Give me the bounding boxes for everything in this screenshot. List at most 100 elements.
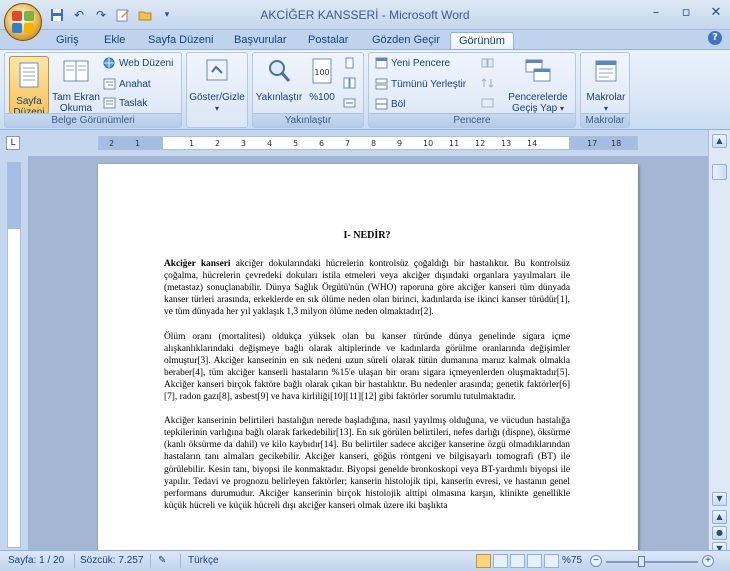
title-bar: ↶ ↷ ▾ AKCİĞER KANSSERİ - Microsoft Word … <box>0 0 730 30</box>
full-screen-reading-icon <box>63 60 89 82</box>
tab-selector-button[interactable]: L <box>6 136 20 150</box>
zoom-in-button[interactable]: + <box>702 555 714 567</box>
status-page-count[interactable]: Sayfa: 1 / 20 <box>8 555 64 566</box>
belge-gorunumleri-group-label: Belge Görünümleri <box>5 113 181 127</box>
document-body[interactable]: I- NEDİR? Akciğer kanseri akciğer dokula… <box>164 230 570 524</box>
close-button[interactable]: ✕ <box>708 4 724 20</box>
status-language[interactable]: Türkçe <box>188 555 219 566</box>
sync-scroll-icon <box>481 78 494 88</box>
goster-gizle-label: Göster/Gizle <box>189 92 245 103</box>
ruler-tick: 6 <box>319 139 325 148</box>
anahat-label: Anahat <box>119 78 151 90</box>
status-bar: Sayfa: 1 / 20 Sözcük: 7.257 ✎ Türkçe %75… <box>0 550 730 571</box>
tumunu-yerlestir-label: Tümünü Yerleştir <box>391 78 467 90</box>
two-pages-button[interactable] <box>343 77 356 89</box>
help-icon[interactable]: ? <box>708 31 722 45</box>
section-heading: I- NEDİR? <box>343 230 391 241</box>
page-layout-icon <box>19 62 39 88</box>
paragraph-1-bold: Akciğer kanseri <box>164 259 231 270</box>
anahat-button[interactable]: Anahat <box>103 78 151 90</box>
scroll-up-button[interactable]: ▲ <box>712 134 727 148</box>
zoom-slider-thumb[interactable] <box>638 556 645 567</box>
ruler-tick: 7 <box>345 139 351 148</box>
one-page-button[interactable] <box>343 57 356 69</box>
tab-postalar[interactable]: Postalar <box>300 32 356 49</box>
reset-window-button[interactable] <box>481 97 494 109</box>
view-buttons <box>476 554 559 568</box>
group-goster-gizle: Göster/Gizle ▾ <box>186 52 248 128</box>
ruler-tick: 9 <box>397 139 403 148</box>
zoom-100-button[interactable]: 100 %100 <box>305 56 339 103</box>
tab-gozden-gecir[interactable]: Gözden Geçir <box>364 32 448 49</box>
web-duzeni-button[interactable]: Web Düzeni <box>103 57 173 69</box>
web-view-button[interactable] <box>510 554 525 568</box>
group-belge-gorunumleri: Sayfa Düzeni Tam Ekran Okuma Web Düzeni … <box>4 52 182 128</box>
side-by-side-button[interactable] <box>481 57 494 69</box>
yakinlastir-label: Yakınlaştır <box>255 92 303 103</box>
tab-ekle[interactable]: Ekle <box>96 32 133 49</box>
minimize-button[interactable]: – <box>648 4 664 20</box>
tumunu-yerlestir-button[interactable]: Tümünü Yerleştir <box>375 78 466 90</box>
tab-giris[interactable]: Giriş <box>48 32 87 49</box>
tam-ekran-label: Tam Ekran Okuma <box>52 92 100 114</box>
office-button[interactable] <box>4 3 42 41</box>
goster-gizle-button[interactable]: Göster/Gizle ▾ <box>189 56 245 114</box>
vertical-ruler[interactable] <box>7 162 21 548</box>
ruler-tick: 13 <box>501 139 512 148</box>
ruler-tick: 17 <box>587 139 598 148</box>
yeni-pencere-button[interactable]: Yeni Pencere <box>375 57 450 69</box>
tam-ekran-okuma-button[interactable]: Tam Ekran Okuma <box>51 56 101 114</box>
taslak-button[interactable]: Taslak <box>103 97 147 109</box>
tab-basvurular[interactable]: Başvurular <box>226 32 295 49</box>
group-makrolar: Makrolar ▾ Makrolar <box>580 52 630 128</box>
outline-icon <box>103 78 116 90</box>
bol-button[interactable]: Böl <box>375 98 405 110</box>
macros-icon <box>595 60 617 82</box>
full-screen-view-button[interactable] <box>493 554 508 568</box>
makrolar-button[interactable]: Makrolar ▾ <box>583 56 629 114</box>
taslak-label: Taslak <box>119 97 148 109</box>
draft-view-button[interactable] <box>544 554 559 568</box>
show-hide-icon <box>206 59 228 81</box>
document-page[interactable]: I- NEDİR? Akciğer kanseri akciğer dokula… <box>98 164 638 550</box>
previous-page-button[interactable]: ▲ <box>712 510 727 524</box>
svg-text:100: 100 <box>314 68 329 77</box>
horizontal-ruler[interactable]: 2 1 1 2 3 4 5 6 7 8 9 10 11 12 13 14 17 … <box>98 136 638 150</box>
web-layout-icon <box>103 57 115 69</box>
ruler-tick: 10 <box>423 139 434 148</box>
draft-icon <box>103 97 116 109</box>
status-word-count[interactable]: Sözcük: 7.257 <box>80 555 143 566</box>
one-page-icon <box>345 57 354 69</box>
ruler-tick: 3 <box>241 139 247 148</box>
ribbon-tabs: Giriş Ekle Sayfa Düzeni Başvurular Posta… <box>0 30 730 49</box>
group-pencere: Yeni Pencere Tümünü Yerleştir Böl Pencer… <box>368 52 576 128</box>
tab-sayfa-duzeni[interactable]: Sayfa Düzeni <box>140 32 221 49</box>
paragraph-1: Akciğer kanseri akciğer dokularındaki hü… <box>164 258 570 318</box>
scroll-down-button[interactable]: ▼ <box>712 492 727 506</box>
window-title: AKCİĞER KANSSERİ - Microsoft Word <box>260 8 470 22</box>
switch-windows-icon <box>525 59 551 82</box>
maximize-button[interactable]: ▫ <box>678 4 694 20</box>
vertical-scrollbar[interactable]: ▲ ▼ ▲ ● ▼ <box>708 130 730 556</box>
page-width-icon <box>343 98 356 108</box>
sync-scroll-button[interactable] <box>481 77 494 89</box>
outline-view-button[interactable] <box>527 554 542 568</box>
yakinlastir-button[interactable]: Yakınlaştır <box>255 56 303 103</box>
sayfa-duzeni-button[interactable]: Sayfa Düzeni <box>9 56 49 118</box>
reset-window-icon <box>481 98 494 108</box>
split-icon <box>375 98 388 110</box>
zoom-level[interactable]: %75 <box>562 555 582 566</box>
browse-object-button[interactable]: ● <box>712 526 727 540</box>
ribbon: Sayfa Düzeni Tam Ekran Okuma Web Düzeni … <box>0 49 730 130</box>
tab-gorunum[interactable]: Görünüm <box>450 32 514 49</box>
zoom-slider[interactable] <box>606 561 698 563</box>
new-window-icon <box>375 57 388 69</box>
ruler-tick: 1 <box>135 139 141 148</box>
ruler-tick: 8 <box>371 139 377 148</box>
page-width-button[interactable] <box>343 97 356 109</box>
scrollbar-thumb[interactable] <box>712 164 727 180</box>
print-layout-view-button[interactable] <box>476 554 491 568</box>
proofing-icon[interactable]: ✎ <box>158 555 166 566</box>
pencerelerde-gecis-button[interactable]: Pencerelerde Geçiş Yap ▾ <box>503 56 573 114</box>
zoom-out-button[interactable]: − <box>590 555 602 567</box>
